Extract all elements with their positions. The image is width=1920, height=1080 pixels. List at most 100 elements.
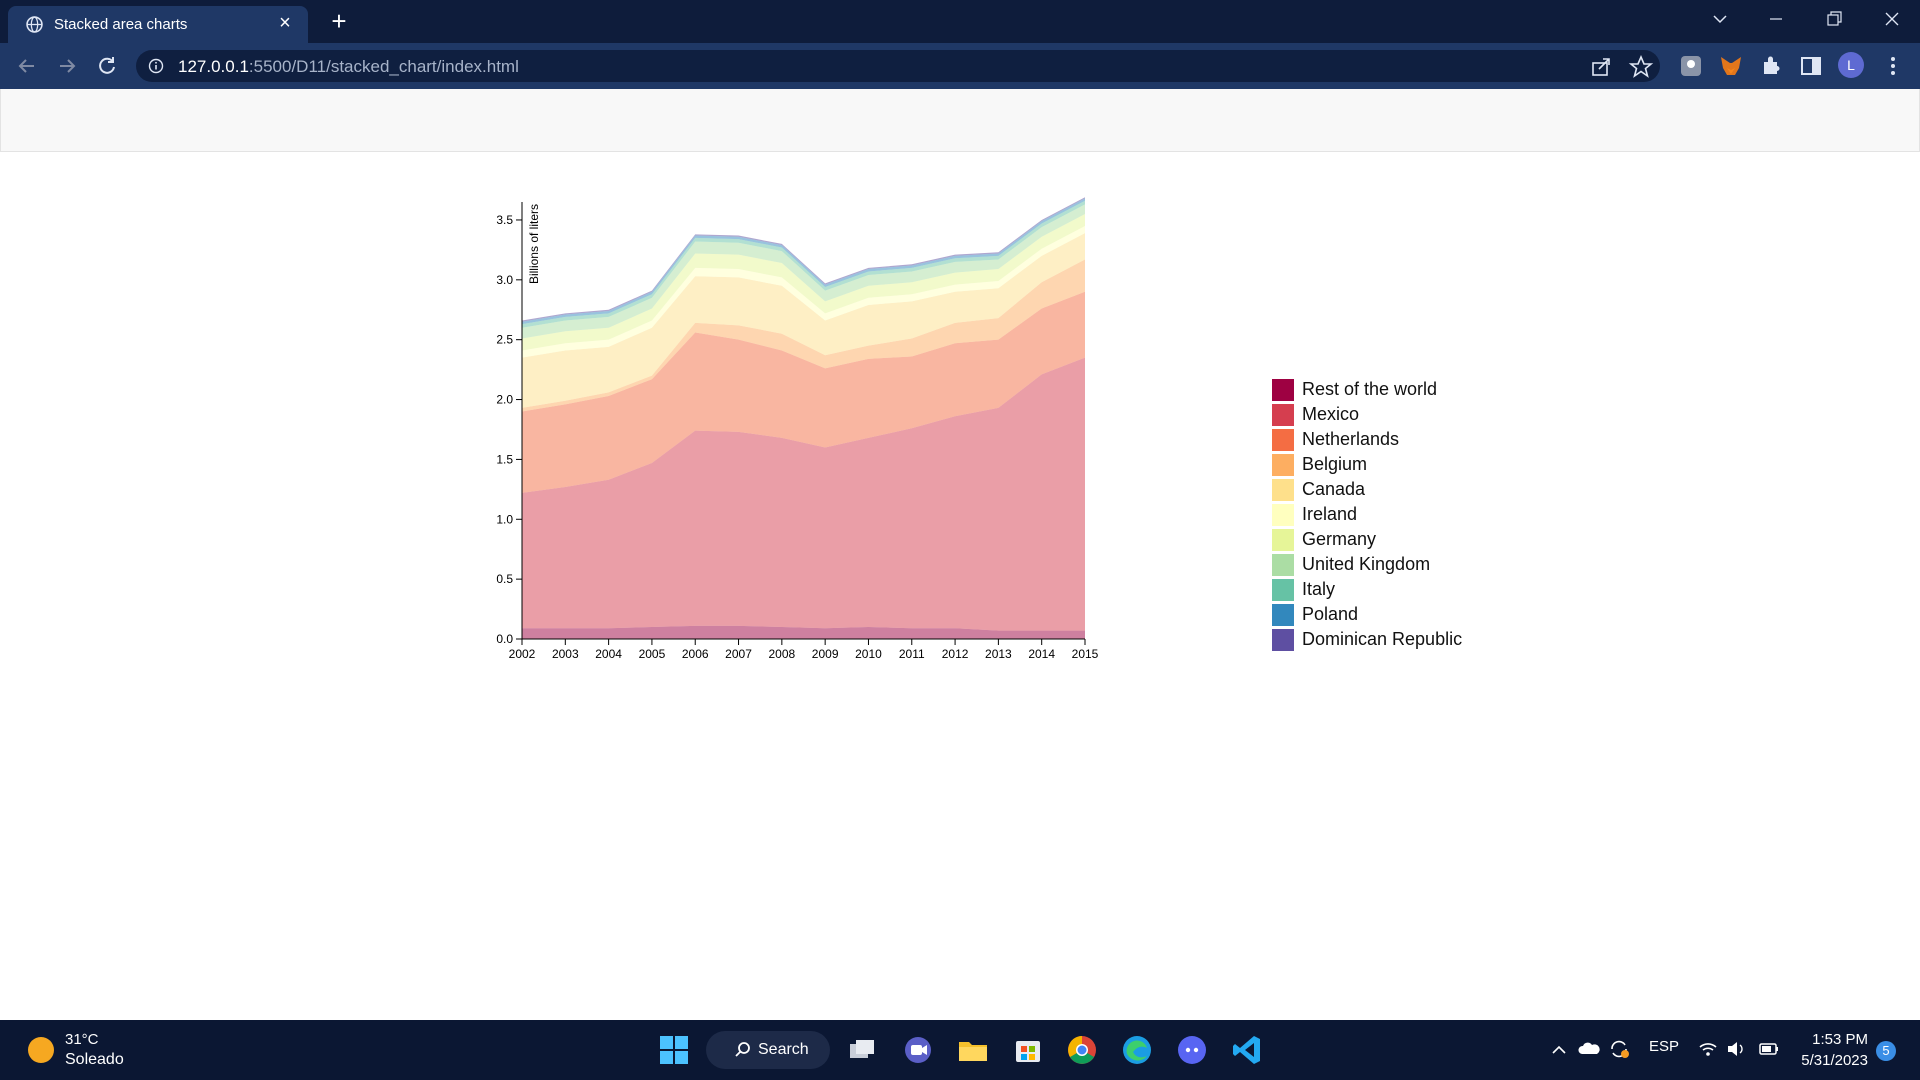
battery-icon[interactable] xyxy=(1758,1040,1780,1058)
legend-swatch xyxy=(1272,379,1294,401)
x-tick-label-5: 2007 xyxy=(725,647,752,661)
chart-canvas: 0.0 0.5 1.0 1.5 2.0 2.5 3.0 3.5 2002 2003 2004 2005… xyxy=(496,197,1099,661)
x-tick-label-0: 2002 xyxy=(509,647,536,661)
minimize-icon[interactable] xyxy=(1756,4,1796,34)
y-tick-label-2: 1.0 xyxy=(496,512,513,526)
legend-label: Belgium xyxy=(1302,454,1368,474)
discord-icon[interactable] xyxy=(1174,1032,1210,1068)
y-tick-label-7: 3.5 xyxy=(496,213,513,227)
address-bar[interactable]: 127.0.0.1:5500/D11/stacked_chart/index.h… xyxy=(136,50,1660,82)
tab-search-chevron-icon[interactable] xyxy=(1700,4,1740,34)
url-host: 127.0.0.1 xyxy=(178,57,249,76)
x-tick-label-11: 2013 xyxy=(985,647,1012,661)
legend-swatch xyxy=(1272,454,1294,476)
page-header-bar xyxy=(0,89,1920,152)
clock-time[interactable]: 1:53 PM xyxy=(1810,1031,1868,1048)
globe-icon xyxy=(26,16,43,33)
y-tick-label-4: 2.0 xyxy=(496,393,513,407)
url-path: :5500/D11/stacked_chart/index.html xyxy=(248,57,519,76)
side-panel-icon[interactable] xyxy=(1798,53,1824,79)
taskbar-search-button[interactable]: Search xyxy=(706,1031,830,1069)
sun-weather-icon[interactable] xyxy=(28,1037,54,1063)
weather-temperature[interactable]: 31°C xyxy=(65,1031,99,1048)
legend-label: Rest of the world xyxy=(1302,379,1438,399)
notification-badge[interactable]: 5 xyxy=(1876,1041,1896,1061)
legend-swatch xyxy=(1272,429,1294,451)
extension-icon[interactable] xyxy=(1678,53,1704,79)
browser-tab[interactable]: Stacked area charts × xyxy=(8,6,308,43)
legend-swatch xyxy=(1272,629,1294,651)
legend-label: Netherlands xyxy=(1302,429,1400,449)
legend-label: Poland xyxy=(1302,604,1359,624)
weather-condition[interactable]: Soleado xyxy=(65,1051,124,1069)
url-text: 127.0.0.1:5500/D11/stacked_chart/index.h… xyxy=(178,57,519,77)
file-explorer-icon[interactable] xyxy=(955,1032,991,1068)
language-indicator[interactable]: ESP xyxy=(1649,1038,1679,1055)
legend-swatch xyxy=(1272,604,1294,626)
profile-avatar[interactable]: L xyxy=(1838,52,1864,78)
reload-icon[interactable] xyxy=(94,53,120,79)
puzzle-extensions-icon[interactable] xyxy=(1758,53,1784,79)
legend-label: Canada xyxy=(1302,479,1366,499)
new-tab-button[interactable]: + xyxy=(324,6,354,36)
chevron-up-icon[interactable] xyxy=(1550,1042,1568,1058)
x-tick-label-7: 2009 xyxy=(812,647,839,661)
tab-title: Stacked area charts xyxy=(54,16,188,33)
x-tick-label-3: 2005 xyxy=(639,647,666,661)
x-tick-label-9: 2011 xyxy=(899,647,925,661)
legend-swatch xyxy=(1272,579,1294,601)
volume-icon[interactable] xyxy=(1726,1040,1746,1058)
y-tick-label-0: 0.0 xyxy=(496,632,513,646)
back-arrow-icon[interactable] xyxy=(14,53,40,79)
chrome-icon[interactable] xyxy=(1064,1032,1100,1068)
y-axis-label: Billions of liters xyxy=(527,204,541,284)
tab-close-icon[interactable]: × xyxy=(274,12,296,34)
legend-label: Germany xyxy=(1302,529,1377,549)
sync-icon[interactable] xyxy=(1608,1038,1630,1060)
task-view-icon[interactable] xyxy=(844,1032,880,1068)
teams-chat-icon[interactable] xyxy=(900,1032,936,1068)
legend-swatch xyxy=(1272,404,1294,426)
legend-label: Dominican Republic xyxy=(1302,629,1463,649)
onedrive-cloud-icon[interactable] xyxy=(1578,1040,1600,1058)
windows-start-icon[interactable] xyxy=(656,1032,692,1068)
y-tick-label-1: 0.5 xyxy=(496,572,513,586)
legend-swatch xyxy=(1272,529,1294,551)
legend-label: Mexico xyxy=(1302,404,1360,424)
microsoft-store-icon[interactable] xyxy=(1010,1032,1046,1068)
y-tick-label-3: 1.5 xyxy=(496,452,513,466)
y-tick-label-6: 3.0 xyxy=(496,273,513,287)
tab-strip: Stacked area charts × + xyxy=(0,0,1920,43)
legend-label: Ireland xyxy=(1302,504,1358,524)
vscode-icon[interactable] xyxy=(1229,1032,1265,1068)
browser-toolbar: 127.0.0.1:5500/D11/stacked_chart/index.h… xyxy=(0,43,1920,89)
clock-date[interactable]: 5/31/2023 xyxy=(1795,1052,1868,1069)
x-tick-label-12: 2014 xyxy=(1028,647,1055,661)
kebab-menu-icon[interactable] xyxy=(1880,53,1906,79)
bookmark-star-icon[interactable] xyxy=(1628,54,1654,80)
taskbar: 31°C Soleado Search ESP 1:53 PM 5/31/202… xyxy=(0,1020,1920,1080)
x-tick-label-10: 2012 xyxy=(942,647,969,661)
search-icon xyxy=(735,1042,750,1057)
close-window-icon[interactable] xyxy=(1872,4,1912,34)
edge-icon[interactable] xyxy=(1119,1032,1155,1068)
legend-swatch xyxy=(1272,504,1294,526)
metamask-fox-icon[interactable] xyxy=(1718,53,1744,79)
x-tick-label-13: 2015 xyxy=(1072,647,1099,661)
legend-label: Italy xyxy=(1302,579,1336,599)
legend-swatch xyxy=(1272,479,1294,501)
x-tick-label-1: 2003 xyxy=(552,647,579,661)
site-info-icon[interactable] xyxy=(148,58,164,74)
x-tick-label-8: 2010 xyxy=(855,647,882,661)
x-tick-label-2: 2004 xyxy=(595,647,622,661)
restore-icon[interactable] xyxy=(1814,4,1854,34)
legend-label: United Kingdom xyxy=(1302,554,1431,574)
share-icon[interactable] xyxy=(1588,54,1614,80)
search-label: Search xyxy=(758,1041,809,1058)
stacked-area-chart: 0.0 0.5 1.0 1.5 2.0 2.5 3.0 3.5 2002 2003 2004 2005… xyxy=(470,190,1110,670)
x-tick-label-6: 2008 xyxy=(768,647,795,661)
forward-arrow-icon[interactable] xyxy=(54,53,80,79)
legend-swatch xyxy=(1272,554,1294,576)
wifi-icon[interactable] xyxy=(1698,1040,1718,1058)
y-tick-label-5: 2.5 xyxy=(496,333,513,347)
